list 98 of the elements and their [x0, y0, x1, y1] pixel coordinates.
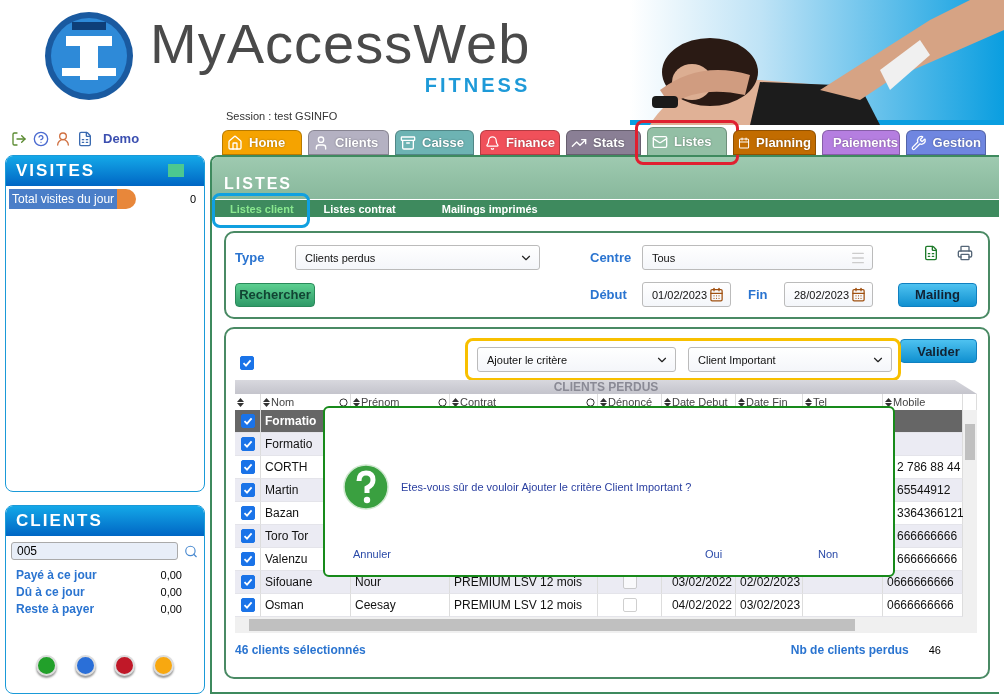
centre-field[interactable]: Tous [642, 245, 873, 270]
column-header[interactable]: Nom [261, 394, 351, 410]
search-icon[interactable] [184, 543, 198, 559]
client-search-field[interactable]: 005 [11, 542, 178, 561]
color-dot-button[interactable] [114, 655, 135, 677]
checkbox[interactable] [240, 598, 255, 612]
dialog-message: Etes-vous sûr de vouloir Ajouter le critère Client Important ? [401, 481, 692, 493]
sort-icon[interactable] [353, 397, 360, 407]
scrollbar[interactable] [235, 617, 977, 633]
print-icon[interactable] [957, 245, 973, 261]
field-label: Début [590, 287, 628, 302]
sub-tab[interactable]: Mailings imprimés [441, 202, 538, 215]
nav-tab[interactable]: Stats [566, 130, 641, 155]
dialog-button[interactable]: Oui [705, 548, 723, 560]
checkbox[interactable] [240, 529, 255, 543]
selection-count: 46 clients sélectionnés [235, 643, 366, 657]
dialog-button[interactable]: Annuler [353, 548, 391, 560]
section-title: LISTES [224, 175, 292, 193]
balance-label: Dû à ce jour [16, 584, 85, 599]
criterion-select[interactable]: Ajouter le critère [477, 347, 676, 372]
house-icon [227, 134, 243, 151]
status-square-icon [168, 164, 184, 178]
checkbox[interactable] [240, 483, 255, 497]
checkbox[interactable] [240, 437, 255, 451]
checkbox[interactable] [240, 575, 255, 589]
circle-icon[interactable] [438, 397, 447, 407]
checkbox[interactable] [240, 460, 255, 474]
table-cell: 0666666666 [883, 571, 963, 594]
total-value: 46 [928, 644, 941, 656]
balance-value: 0,00 [160, 602, 182, 615]
logo-subtitle: FITNESS [424, 73, 531, 97]
export-icon[interactable] [77, 130, 93, 147]
color-dot-button[interactable] [36, 655, 57, 677]
person-icon [313, 134, 329, 151]
envelope-icon [652, 133, 668, 150]
sort-icon[interactable] [805, 397, 812, 407]
field-label: Centre [590, 250, 633, 265]
checkbox[interactable] [240, 414, 255, 428]
circle-icon[interactable] [339, 397, 348, 407]
nav-tab[interactable]: Finance [480, 130, 560, 155]
table-cell: PREMIUM LSV 12 mois [450, 594, 598, 617]
table-cell: 0666666666 [883, 594, 963, 617]
checkbox[interactable] [240, 356, 254, 370]
date-field[interactable]: 01/02/2023 [642, 282, 731, 307]
visits-count: 0 [189, 192, 196, 205]
total-label: Nb de clients perdus [790, 643, 909, 657]
sort-icon[interactable] [885, 397, 892, 407]
field-label: Fin [748, 287, 769, 302]
balance-label: Payé à ce jour [16, 567, 97, 582]
color-dot-button[interactable] [153, 655, 174, 677]
dialog-button[interactable]: Non [818, 548, 839, 560]
scrollbar[interactable] [963, 410, 977, 617]
table-cell: 04/02/2022 [662, 594, 736, 617]
table-cell: Sifouane [261, 571, 351, 594]
sub-tab[interactable]: Listes contrat [323, 202, 396, 215]
balance-value: 0,00 [160, 568, 182, 581]
exit-icon[interactable] [11, 130, 27, 147]
table-cell: 03/02/2023 [736, 594, 803, 617]
sort-icon[interactable] [263, 397, 270, 407]
box-icon [400, 134, 416, 151]
calendar-icon [738, 134, 751, 151]
calendar-icon [709, 287, 724, 302]
balance-label: Reste à payer [16, 601, 95, 616]
user-link[interactable]: Demo [103, 131, 140, 147]
sort-icon[interactable] [237, 397, 244, 407]
table-cell: Osman [261, 594, 351, 617]
table-cell: Ceesay [351, 594, 450, 617]
question-icon [343, 464, 389, 510]
visits-label: Total visites du jour [9, 188, 137, 209]
panel-title: CLIENTS [16, 511, 103, 532]
table-title: CLIENTS PERDUS [235, 380, 977, 394]
sort-icon[interactable] [664, 397, 671, 407]
validate-button[interactable]: Valider [900, 339, 977, 363]
session-label: Session : test GSINFO [226, 110, 339, 122]
search-button[interactable]: Rechercher [235, 282, 315, 307]
checkbox[interactable] [240, 552, 255, 566]
panel-title: VISITES [16, 160, 96, 181]
nav-tab[interactable]: Planning [733, 130, 816, 155]
bell-icon [485, 134, 500, 151]
mailing-button[interactable]: Mailing [898, 282, 977, 307]
spreadsheet-icon[interactable] [923, 245, 939, 261]
wrench-icon [911, 134, 927, 151]
sort-icon[interactable] [738, 397, 745, 407]
checkbox[interactable] [240, 506, 255, 520]
column-header[interactable]: Mobile [883, 394, 963, 410]
sort-icon[interactable] [452, 397, 459, 407]
user-icon[interactable] [55, 130, 71, 147]
date-field[interactable]: 28/02/2023 [784, 282, 873, 307]
color-dot-button[interactable] [75, 655, 96, 677]
column-header[interactable] [235, 394, 261, 410]
balance-value: 0,00 [160, 585, 182, 598]
option-select[interactable]: Client Important [688, 347, 892, 372]
help-icon[interactable] [33, 130, 49, 147]
calendar-icon [851, 287, 866, 302]
field-label: Type [235, 250, 266, 265]
type-select[interactable]: Clients perdus [295, 245, 540, 270]
sort-icon[interactable] [600, 397, 607, 407]
circle-icon[interactable] [586, 397, 595, 407]
